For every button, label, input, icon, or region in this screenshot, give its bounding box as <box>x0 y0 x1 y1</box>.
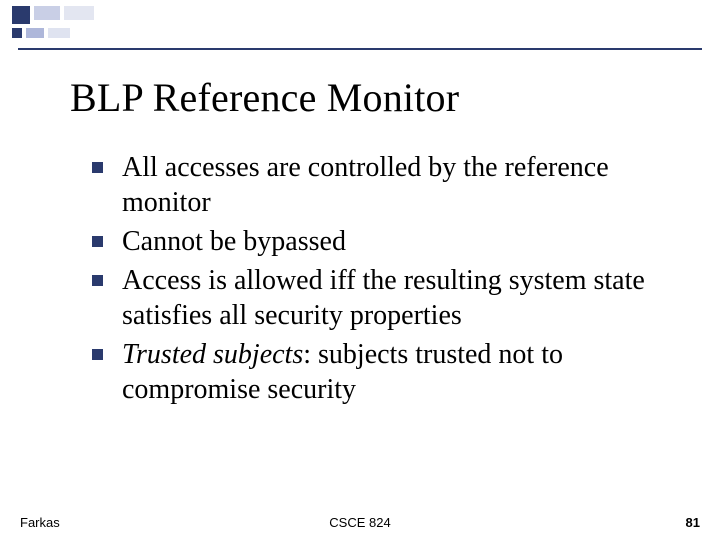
footer-course: CSCE 824 <box>0 515 720 530</box>
bullet-item: All accesses are controlled by the refer… <box>92 150 672 220</box>
decorative-corner <box>0 0 140 60</box>
slide: BLP Reference Monitor All accesses are c… <box>0 0 720 540</box>
bullet-item: Trusted subjects: subjects trusted not t… <box>92 337 672 407</box>
slide-body: All accesses are controlled by the refer… <box>92 150 672 411</box>
slide-title: BLP Reference Monitor <box>70 74 459 121</box>
bullet-item: Cannot be bypassed <box>92 224 672 259</box>
title-underline <box>18 48 702 50</box>
bullet-text-run: All accesses are controlled by the refer… <box>122 152 609 218</box>
slide-footer: Farkas CSCE 824 81 <box>0 508 720 530</box>
bullet-text-run: Cannot be bypassed <box>122 226 346 257</box>
footer-page-number: 81 <box>686 515 700 530</box>
bullet-text-run: Trusted subjects <box>122 339 303 370</box>
bullet-text-run: Access is allowed iff the resulting syst… <box>122 265 645 331</box>
bullet-item: Access is allowed iff the resulting syst… <box>92 263 672 333</box>
